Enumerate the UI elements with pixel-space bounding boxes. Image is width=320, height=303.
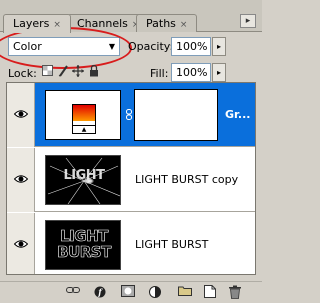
layer-name: Gr... — [225, 108, 251, 121]
layer-style-icon[interactable]: f — [93, 285, 107, 299]
lock-position-icon[interactable] — [72, 65, 84, 78]
blend-mode-value: Color — [13, 40, 42, 53]
panel-menu-button[interactable]: ▸ — [240, 14, 256, 28]
link-layers-icon[interactable] — [66, 285, 80, 299]
tab-paths-label: Paths — [146, 17, 176, 30]
burst-text: BURST — [57, 243, 112, 261]
fill-slider-button[interactable]: ▸ — [212, 63, 226, 82]
chain-link-icon[interactable] — [126, 109, 132, 123]
lock-label: Lock: — [8, 67, 37, 80]
tab-paths-close-icon[interactable]: × — [180, 20, 188, 30]
tab-layers[interactable]: Layers × — [3, 14, 71, 33]
burst-glow — [84, 178, 94, 184]
add-mask-icon[interactable] — [121, 285, 135, 299]
tab-paths[interactable]: Paths × — [136, 14, 198, 32]
delete-layer-icon[interactable] — [228, 285, 242, 299]
layer-row-light-burst-copy[interactable]: LIGHT LIGHT BURST copy — [7, 148, 255, 212]
opacity-label: Opacity: — [128, 40, 174, 53]
layer-row-light-burst[interactable]: LIGHT BURST LIGHT BURST — [7, 213, 255, 274]
layers-panel: Layers× Channels × Paths × ▸ Color ▼ Opaci… — [0, 0, 262, 301]
visibility-toggle[interactable] — [7, 83, 35, 147]
fill-input[interactable]: 100% — [171, 63, 211, 82]
layer-name: LIGHT BURST — [135, 238, 209, 251]
eye-icon — [14, 175, 28, 183]
layer-name: LIGHT BURST copy — [135, 173, 239, 186]
layer-thumbnail[interactable]: LIGHT — [45, 155, 121, 205]
fill-label: Fill: — [150, 67, 169, 80]
blend-mode-dropdown[interactable]: Color ▼ — [8, 37, 120, 56]
eye-icon — [14, 110, 28, 118]
layer-thumbnail[interactable]: LIGHT BURST — [45, 220, 121, 270]
lock-image-icon[interactable] — [57, 65, 69, 78]
visibility-toggle[interactable] — [7, 213, 35, 274]
gradient-map-icon — [72, 104, 96, 126]
chevron-down-icon: ▼ — [108, 42, 115, 51]
layers-toolbar: f — [0, 281, 262, 301]
light-text: LIGHT — [60, 227, 109, 245]
layer-row-gradient-map[interactable]: ▲ Gr... — [7, 83, 255, 147]
panel-tab-bar: Layers× Channels × Paths × ▸ — [0, 0, 262, 33]
new-group-icon[interactable] — [178, 285, 192, 299]
layers-list: ▲ Gr... LIGHT LIGHT BURST copy LIGHT BUR… — [6, 82, 256, 275]
tab-channels-label: Channels — [77, 17, 128, 30]
lock-transparent-icon[interactable] — [41, 65, 53, 78]
opacity-slider-button[interactable]: ▸ — [212, 37, 226, 56]
tab-layers-close-icon[interactable]: × — [53, 20, 61, 30]
visibility-toggle[interactable] — [7, 148, 35, 212]
lock-all-icon[interactable] — [88, 64, 100, 78]
layer-mask-thumbnail[interactable] — [134, 89, 218, 141]
eye-icon — [14, 240, 28, 248]
opacity-input[interactable]: 100% — [171, 37, 211, 56]
gradient-map-base-icon: ▲ — [72, 126, 96, 134]
adjustment-thumbnail[interactable]: ▲ — [45, 90, 121, 140]
tab-layers-label: Layers — [13, 17, 50, 30]
new-adjustment-icon[interactable] — [148, 285, 162, 299]
new-layer-icon[interactable] — [203, 285, 217, 299]
